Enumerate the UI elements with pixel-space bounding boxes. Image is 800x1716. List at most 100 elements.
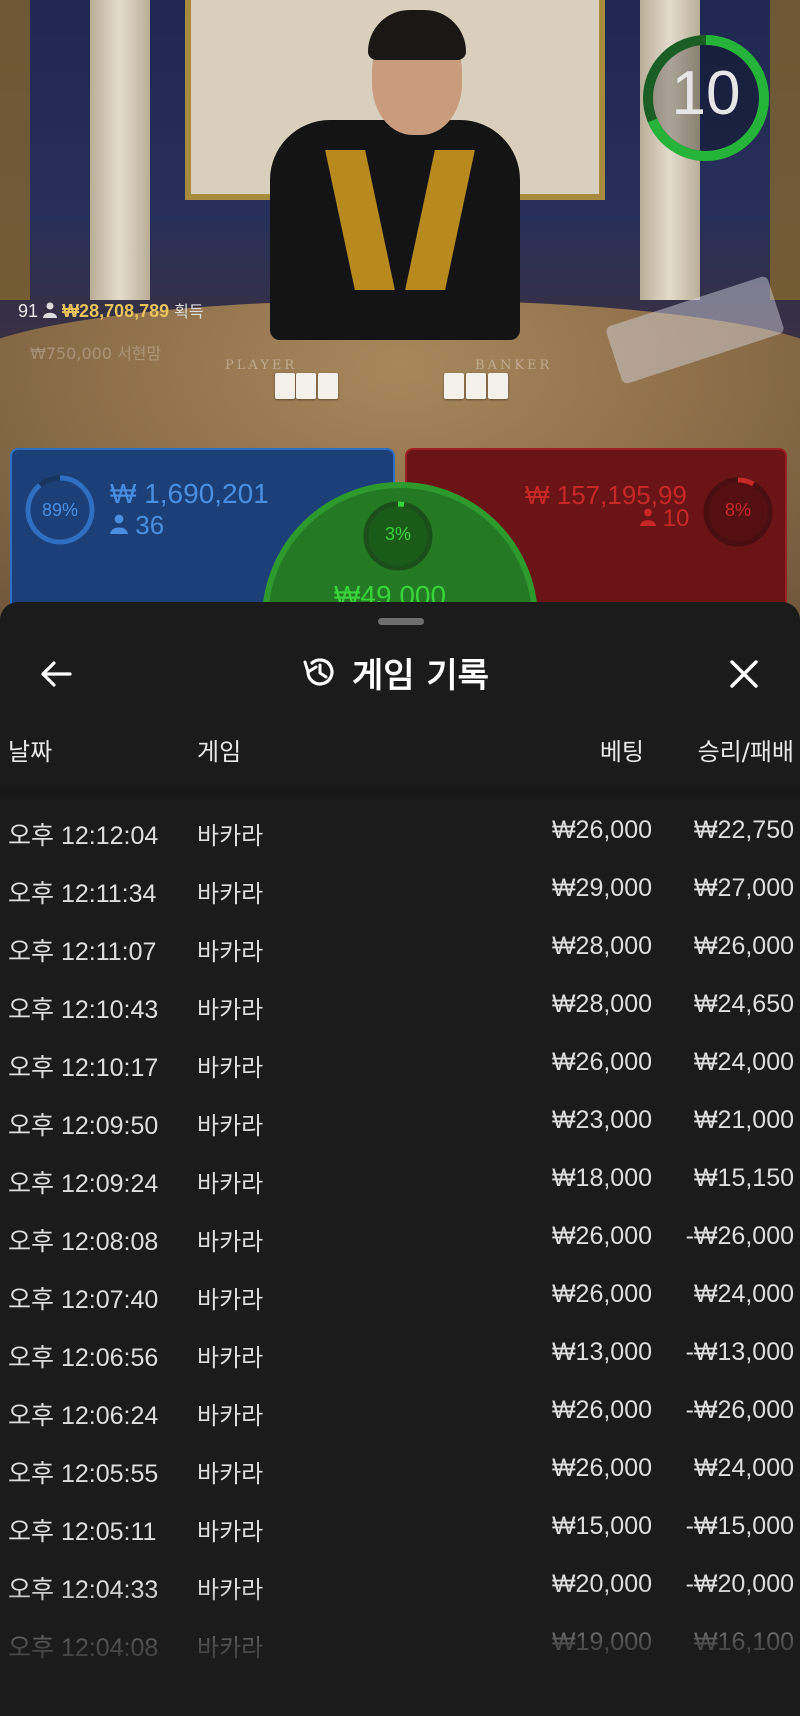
- history-row[interactable]: 오후 12:07:40 바카라 ₩26,000 ₩24,000: [0, 1266, 800, 1324]
- gold-frame-right: [770, 0, 800, 300]
- user-icon: [110, 514, 128, 534]
- history-date: 오후 12:11:34: [8, 880, 157, 908]
- tie-percent: 3%: [384, 524, 411, 544]
- banker-bettor-count-value: 10: [662, 505, 690, 532]
- history-date: 오후 12:11:07: [8, 938, 157, 966]
- history-winloss: ₩15,150: [693, 1164, 794, 1192]
- table-player-label: PLAYER: [225, 358, 298, 373]
- history-game: 바카라: [197, 996, 264, 1024]
- history-winloss: -₩26,000: [685, 1222, 794, 1250]
- history-row[interactable]: 오후 12:11:07 바카라 ₩28,000 ₩26,000: [0, 918, 800, 976]
- history-row[interactable]: 오후 12:09:50 바카라 ₩23,000 ₩21,000: [0, 1092, 800, 1150]
- history-game: 바카라: [197, 938, 264, 966]
- history-game: 바카라: [197, 1576, 264, 1604]
- history-date: 오후 12:08:08: [8, 1228, 159, 1256]
- player-percent: 89%: [41, 500, 79, 520]
- history-row[interactable]: 오후 12:12:04 바카라 ₩26,000 ₩22,750: [0, 802, 800, 860]
- history-winloss: ₩16,100: [693, 1628, 794, 1656]
- pillar-left: [90, 0, 150, 300]
- history-bet: ₩15,000: [551, 1512, 652, 1540]
- column-header-game: 게임: [197, 738, 242, 766]
- banker-bettor-count: 10: [640, 505, 689, 533]
- history-row[interactable]: 오후 12:08:08 바카라 ₩26,000 -₩26,000: [0, 1208, 800, 1266]
- countdown-timer-value: 10: [671, 59, 741, 128]
- history-game: 바카라: [197, 1054, 264, 1082]
- previous-winner-ghost: ₩750,000 서현맘: [30, 344, 162, 363]
- header-divider: [0, 786, 800, 798]
- history-bet: ₩26,000: [551, 1280, 652, 1308]
- history-date: 오후 12:06:56: [8, 1344, 159, 1372]
- history-date: 오후 12:12:04: [8, 822, 159, 850]
- history-bet: ₩26,000: [551, 1222, 652, 1250]
- card: [488, 373, 508, 399]
- history-date: 오후 12:09:50: [8, 1112, 159, 1140]
- column-header-bet: 베팅: [599, 738, 644, 766]
- history-bet: ₩29,000: [551, 874, 652, 902]
- history-date: 오후 12:06:24: [8, 1402, 159, 1430]
- card: [296, 373, 316, 399]
- history-row[interactable]: 오후 12:05:11 바카라 ₩15,000 -₩15,000: [0, 1498, 800, 1556]
- history-date: 오후 12:09:24: [8, 1170, 159, 1198]
- history-date: 오후 12:10:17: [8, 1054, 159, 1082]
- close-button[interactable]: [724, 654, 764, 694]
- back-button[interactable]: [36, 654, 76, 694]
- sheet-title: 게임 기록: [352, 655, 489, 696]
- history-bet: ₩26,000: [551, 816, 652, 844]
- history-row[interactable]: 오후 12:10:17 바카라 ₩26,000 ₩24,000: [0, 1034, 800, 1092]
- table-header: 날짜 게임 베팅 승리/패배: [0, 732, 800, 772]
- history-row[interactable]: 오후 12:10:43 바카라 ₩28,000 ₩24,650: [0, 976, 800, 1034]
- history-winloss: ₩21,000: [693, 1106, 794, 1134]
- banker-percent: 8%: [724, 500, 751, 520]
- history-bet: ₩13,000: [551, 1338, 652, 1366]
- history-bet: ₩26,000: [551, 1454, 652, 1482]
- history-bet: ₩19,000: [551, 1628, 652, 1656]
- history-game: 바카라: [197, 1402, 264, 1430]
- history-row[interactable]: 오후 12:06:24 바카라 ₩26,000 -₩26,000: [0, 1382, 800, 1440]
- user-icon: [43, 302, 58, 323]
- history-bet: ₩26,000: [551, 1048, 652, 1076]
- history-icon: [303, 658, 334, 686]
- sheet-drag-handle[interactable]: [378, 618, 424, 625]
- card: [275, 373, 295, 399]
- sheet-header: 게임 기록: [0, 642, 800, 702]
- history-winloss: ₩24,000: [693, 1048, 794, 1076]
- column-header-winloss: 승리/패배: [697, 738, 794, 766]
- history-game: 바카라: [197, 1344, 264, 1372]
- history-game: 바카라: [197, 822, 264, 850]
- card: [466, 373, 486, 399]
- history-game: 바카라: [197, 880, 264, 908]
- history-winloss: ₩26,000: [693, 932, 794, 960]
- history-list: 오후 12:12:04 바카라 ₩26,000 ₩22,750 오후 12:11:34 바…: [0, 802, 800, 1672]
- history-game: 바카라: [197, 1112, 264, 1140]
- column-header-date: 날짜: [8, 738, 53, 766]
- history-row[interactable]: 오후 12:11:34 바카라 ₩29,000 ₩27,000: [0, 860, 800, 918]
- history-game: 바카라: [197, 1460, 264, 1488]
- player-total-amount: ₩ 1,690,201: [110, 478, 269, 509]
- history-date: 오후 12:04:33: [8, 1576, 159, 1604]
- history-bet: ₩23,000: [551, 1106, 652, 1134]
- history-row[interactable]: 오후 12:04:33 바카라 ₩20,000 -₩20,000: [0, 1556, 800, 1614]
- history-game: 바카라: [197, 1170, 264, 1198]
- history-game: 바카라: [197, 1228, 264, 1256]
- history-winloss: -₩13,000: [685, 1338, 794, 1366]
- sheet-title-group: 게임 기록: [300, 650, 489, 696]
- history-bet: ₩28,000: [551, 990, 652, 1018]
- history-row[interactable]: 오후 12:09:24 바카라 ₩18,000 ₩15,150: [0, 1150, 800, 1208]
- history-winloss: -₩26,000: [685, 1396, 794, 1424]
- history-bet: ₩20,000: [551, 1570, 652, 1598]
- history-date: 오후 12:05:55: [8, 1460, 159, 1488]
- dealer-body: [270, 120, 520, 340]
- close-icon: [730, 660, 758, 688]
- winners-count: 91: [18, 301, 39, 321]
- history-winloss: ₩22,750: [693, 816, 794, 844]
- player-bettor-count-value: 36: [135, 510, 165, 540]
- player-bettor-count: 36: [110, 510, 164, 541]
- history-winloss: ₩24,650: [693, 990, 794, 1018]
- history-row[interactable]: 오후 12:04:08 바카라 ₩19,000 ₩16,100: [0, 1614, 800, 1672]
- history-row[interactable]: 오후 12:05:55 바카라 ₩26,000 ₩24,000: [0, 1440, 800, 1498]
- history-winloss: -₩15,000: [685, 1512, 794, 1540]
- history-game: 바카라: [197, 1634, 264, 1662]
- history-game: 바카라: [197, 1286, 264, 1314]
- history-winloss: ₩24,000: [693, 1280, 794, 1308]
- history-row[interactable]: 오후 12:06:56 바카라 ₩13,000 -₩13,000: [0, 1324, 800, 1382]
